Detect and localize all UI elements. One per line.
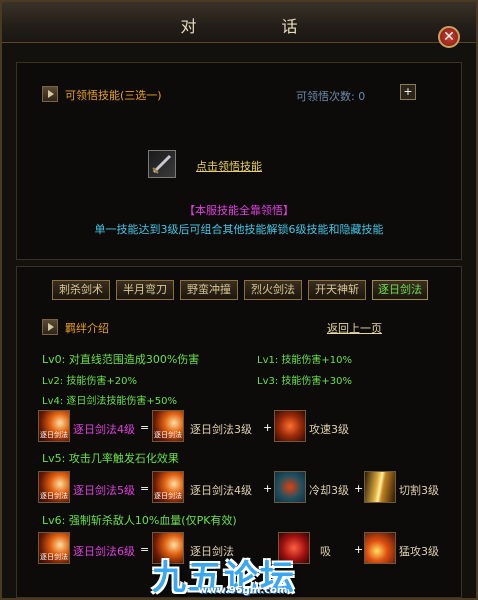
title-bar: 对 话 <box>2 2 476 43</box>
lv0-text: Lv0: 对直线范围造成300%伤害 <box>42 353 200 366</box>
back-link[interactable]: 返回上一页 <box>327 320 382 336</box>
row3-eq: = <box>140 543 150 556</box>
row1-base: 逐日剑法3级 <box>190 423 252 436</box>
zhuri-skill-icon[interactable]: 逐日剑法 <box>38 471 70 503</box>
row1-result: 逐日剑法4级 <box>73 423 135 436</box>
row2-extra2: 切割3级 <box>399 484 439 497</box>
row1-plus: + <box>263 421 273 434</box>
lv6-text: Lv6: 强制斩杀敌人10%血量(仅PK有效) <box>42 514 237 527</box>
row3-result: 逐日剑法6级 <box>73 545 135 558</box>
cleave-icon[interactable] <box>364 471 396 503</box>
tab-yeman[interactable]: 野蛮冲撞 <box>180 280 238 300</box>
dialog-window: 对 话 ✕ 可领悟技能(三选一) 可领悟次数: 0 + 点击领悟技能 【本服技能… <box>0 0 478 600</box>
skill-description: 单一技能达到3级后可组合其他技能解锁6级技能和隐藏技能 <box>94 223 384 236</box>
tab-zhuri[interactable]: 逐日剑法 <box>372 280 428 300</box>
tab-cisha[interactable]: 刺杀剑术 <box>52 280 110 300</box>
tab-banyue[interactable]: 半月弯刀 <box>116 280 174 300</box>
window-title: 对 话 <box>180 17 338 36</box>
lv3-text: Lv3: 技能伤害+30% <box>257 376 353 387</box>
row2-result: 逐日剑法5级 <box>73 484 135 497</box>
sword-skill-icon[interactable] <box>148 150 176 178</box>
zhuri-skill-icon[interactable]: 逐日剑法 <box>38 410 70 442</box>
row3-extra1: 吸 <box>320 545 331 558</box>
lv1-text: Lv1: 技能伤害+10% <box>257 355 353 366</box>
row1-eq: = <box>140 421 150 434</box>
bond-intro-title: 羁绊介绍 <box>65 322 109 335</box>
detail-arrow-icon[interactable] <box>42 319 58 335</box>
row2-plus1: + <box>263 482 273 495</box>
cooldown-icon[interactable] <box>274 471 306 503</box>
learn-count-label: 可领悟次数: 0 <box>296 90 366 103</box>
add-count-button[interactable]: + <box>400 84 416 100</box>
learnable-skills-title: 可领悟技能(三选一) <box>65 89 162 102</box>
tab-kaitian[interactable]: 开天神斩 <box>308 280 366 300</box>
server-notice: 【本服技能全靠领悟】 <box>184 204 294 217</box>
fury-icon[interactable] <box>364 532 396 564</box>
lv5-text: Lv5: 攻击几率触发石化效果 <box>42 452 179 465</box>
row2-extra1: 冷却3级 <box>309 484 349 497</box>
lv4-text: Lv4: 逐日剑法技能伤害+50% <box>42 396 178 407</box>
zhuri-skill-icon[interactable]: 逐日剑法 <box>152 410 184 442</box>
close-icon[interactable]: ✕ <box>438 26 460 48</box>
row2-plus2: + <box>354 482 364 495</box>
row3-plus2: + <box>354 543 364 556</box>
sword-icon <box>152 154 172 174</box>
row2-base: 逐日剑法4级 <box>190 484 252 497</box>
lv2-text: Lv2: 技能伤害+20% <box>42 376 138 387</box>
watermark-url: www.95gm.com <box>198 585 288 596</box>
zhuri-skill-icon[interactable]: 逐日剑法 <box>38 532 70 564</box>
row3-extra2: 猛攻3级 <box>399 545 439 558</box>
row2-eq: = <box>140 482 150 495</box>
learn-skill-link[interactable]: 点击领悟技能 <box>196 158 262 174</box>
zhuri-skill-icon[interactable]: 逐日剑法 <box>152 471 184 503</box>
expand-arrow-icon[interactable] <box>42 86 58 102</box>
row1-extra: 攻速3级 <box>309 423 349 436</box>
attack-speed-icon[interactable] <box>274 410 306 442</box>
tab-liehuo[interactable]: 烈火剑法 <box>244 280 302 300</box>
